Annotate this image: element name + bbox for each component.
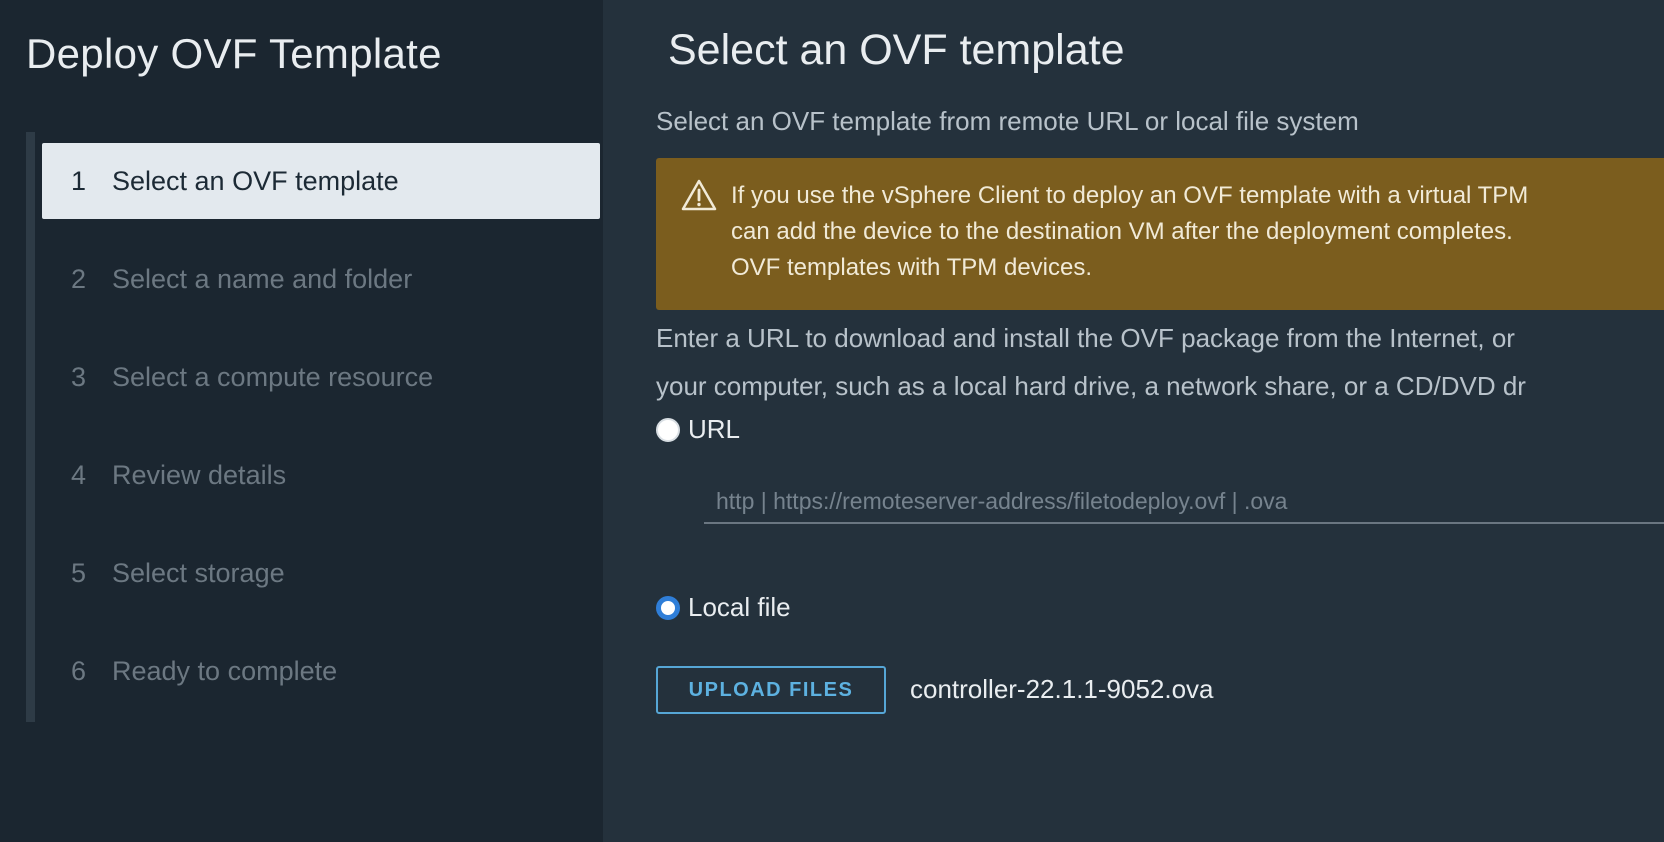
- step-label: Select storage: [112, 557, 285, 588]
- url-input[interactable]: [704, 480, 1664, 524]
- step-select-name-folder[interactable]: 2 Select a name and folder: [42, 241, 600, 317]
- step-label: Select a compute resource: [112, 361, 434, 392]
- step-select-compute-resource[interactable]: 3 Select a compute resource: [42, 339, 600, 415]
- step-label: Select a name and folder: [112, 263, 413, 294]
- step-rail: [26, 132, 35, 722]
- step-select-ovf-template[interactable]: 1 Select an OVF template: [42, 143, 600, 219]
- step-label: Select an OVF template: [112, 165, 399, 196]
- local-file-radio-label: Local file: [688, 592, 791, 622]
- page-subtitle: Select an OVF template from remote URL o…: [656, 106, 1359, 136]
- local-file-radio-option[interactable]: Local file: [656, 592, 791, 623]
- deploy-ovf-wizard: Deploy OVF Template 1 Select an OVF temp…: [0, 0, 1664, 842]
- local-file-radio-button[interactable]: [656, 595, 680, 620]
- page-title: Select an OVF template: [668, 26, 1125, 74]
- step-number: 6: [71, 655, 87, 686]
- step-number: 5: [71, 557, 87, 588]
- step-label: Review details: [112, 459, 287, 490]
- step-number: 4: [71, 459, 87, 490]
- wizard-content: Select an OVF template Select an OVF tem…: [603, 0, 1664, 842]
- wizard-title: Deploy OVF Template: [26, 30, 442, 77]
- warning-icon: [681, 178, 717, 217]
- step-label: Ready to complete: [112, 655, 338, 686]
- step-number: 3: [71, 361, 87, 392]
- step-review-details[interactable]: 4 Review details: [42, 437, 600, 513]
- wizard-sidebar: Deploy OVF Template 1 Select an OVF temp…: [0, 0, 603, 842]
- step-number: 1: [71, 165, 87, 196]
- url-radio-label: URL: [688, 414, 741, 444]
- alert-message: If you use the vSphere Client to deploy …: [731, 182, 1529, 281]
- selected-file-name: controller-22.1.1-9052.ova: [910, 674, 1214, 704]
- step-select-storage[interactable]: 5 Select storage: [42, 535, 600, 611]
- step-number: 2: [71, 263, 87, 294]
- url-radio-option[interactable]: URL: [656, 414, 740, 445]
- instructions-text: Enter a URL to download and install the …: [656, 323, 1526, 401]
- upload-files-button[interactable]: UPLOAD FILES: [656, 666, 886, 714]
- step-list: 1 Select an OVF template 2 Select a name…: [42, 143, 600, 731]
- tpm-warning-alert: If you use the vSphere Client to deploy …: [656, 158, 1664, 310]
- url-radio-button[interactable]: [656, 417, 680, 442]
- step-ready-to-complete[interactable]: 6 Ready to complete: [42, 633, 600, 709]
